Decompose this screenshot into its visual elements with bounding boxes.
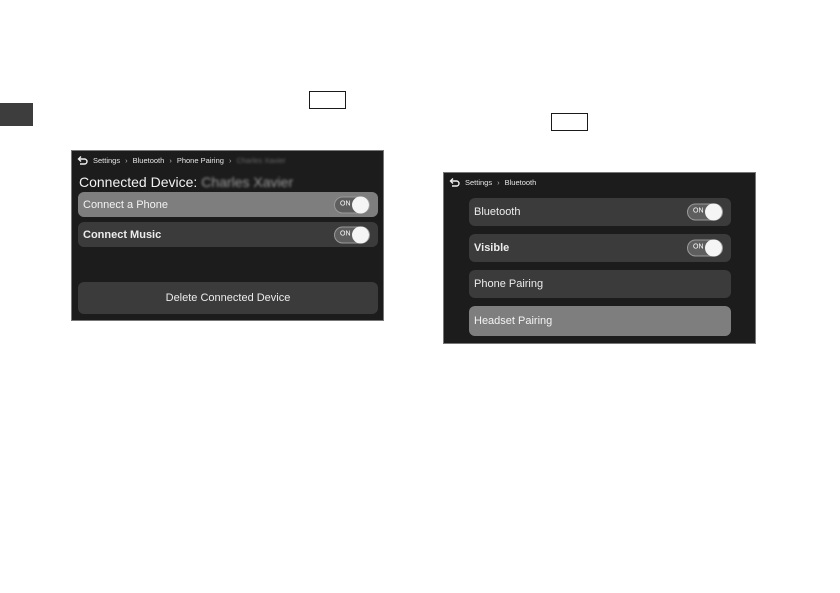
page-title: Connected Device: Charles Xavier [79,174,293,190]
connect-phone-row[interactable]: Connect a Phone ON [78,192,378,217]
row-label: Phone Pairing [474,278,544,290]
chevron-right-icon: › [228,155,232,165]
breadcrumb-item-bluetooth[interactable]: Bluetooth [505,178,537,187]
row-label: Bluetooth [474,206,521,218]
connect-music-row[interactable]: Connect Music ON [78,222,378,247]
toggle-knob [352,226,369,243]
toggle-knob [352,196,369,213]
visible-toggle[interactable]: ON [687,239,723,257]
chevron-right-icon: › [169,155,172,165]
connect-phone-toggle[interactable]: ON [334,196,370,213]
toggle-state: ON [693,207,704,215]
section-tab [0,103,33,126]
delete-connected-device-button[interactable]: Delete Connected Device [78,282,378,314]
row-label: Connect Music [83,228,162,241]
button-reference-box-2 [551,113,588,131]
breadcrumb-item-settings[interactable]: Settings [465,178,492,187]
back-arrow-icon[interactable] [76,154,88,166]
breadcrumb-item-phone-pairing[interactable]: Phone Pairing [177,156,224,165]
bluetooth-toggle[interactable]: ON [687,203,723,221]
button-label: Delete Connected Device [165,292,291,304]
breadcrumb-item-settings[interactable]: Settings [93,156,120,165]
title-prefix: Connected Device: [79,174,198,190]
row-label: Headset Pairing [474,315,553,327]
bluetooth-row[interactable]: Bluetooth ON [469,198,731,226]
toggle-knob [705,203,722,221]
phone-pairing-row[interactable]: Phone Pairing [469,270,731,298]
toggle-knob [705,239,722,257]
toggle-state: ON [340,200,351,207]
visible-row[interactable]: Visible ON [469,234,731,262]
connect-music-toggle[interactable]: ON [334,226,370,243]
button-reference-box-1 [309,91,346,109]
row-label: Connect a Phone [83,198,169,211]
toggle-state: ON [340,230,351,237]
breadcrumb-item-bluetooth[interactable]: Bluetooth [133,156,165,165]
breadcrumb: Settings › Bluetooth › Phone Pairing › C… [72,151,383,169]
breadcrumb-item-device: Charles Xavier [236,155,286,165]
row-label: Visible [474,242,510,254]
title-device-name: Charles Xavier [201,174,294,190]
headset-pairing-row[interactable]: Headset Pairing [469,306,731,336]
connected-device-screen: Settings › Bluetooth › Phone Pairing › C… [71,150,384,321]
breadcrumb: Settings › Bluetooth [444,173,755,191]
back-arrow-icon[interactable] [448,176,460,188]
chevron-right-icon: › [497,177,500,187]
bluetooth-settings-screen: Settings › Bluetooth Bluetooth ON Visibl… [443,172,756,344]
chevron-right-icon: › [125,155,128,165]
toggle-state: ON [693,243,704,251]
